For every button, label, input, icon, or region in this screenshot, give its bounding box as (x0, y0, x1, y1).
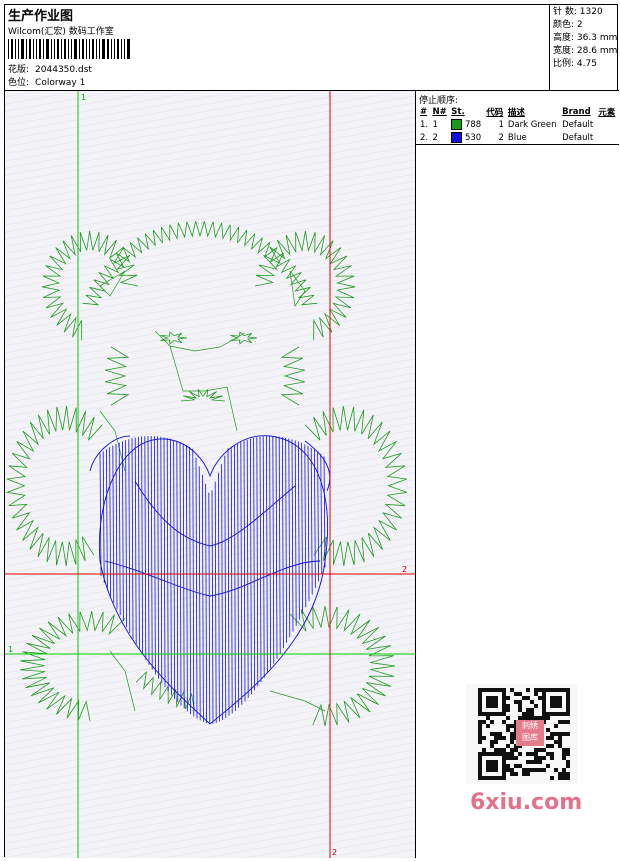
page-title: 生产作业图 (8, 9, 74, 24)
col-n: N# (432, 107, 447, 117)
design-file-line: 花版: 2044350.dst (8, 62, 92, 75)
table-row: 1. 1 788 1 Dark Green Default (420, 119, 594, 130)
barcode (8, 39, 148, 59)
company-name: Wilcom(汇宏) 数码工作室 (8, 27, 114, 37)
header-panel: 生产作业图 Wilcom(汇宏) 数码工作室 花版: 2044350.dst 色位… (5, 5, 550, 91)
design-scale: 比例: 4.75 (553, 59, 597, 69)
embroidery-drawing: 1 1 2 2 (5, 91, 415, 858)
color-table: # N# St. 代码 描述 Brand 元素 1. 1 788 1 Dark … (418, 106, 618, 144)
stats-panel: 针 数: 1320 颜色: 2 高度: 36.3 mm 宽度: 28.6 mm … (550, 5, 619, 91)
green-h-label: 1 (8, 645, 13, 654)
table-separator (416, 144, 619, 145)
watermark-badge: 刺绣 图库 (516, 720, 544, 746)
design-file: 2044350.dst (35, 65, 92, 75)
col-num: # (420, 107, 428, 117)
red-h-label: 2 (402, 565, 407, 574)
colorway-label: 色位: (8, 78, 30, 88)
design-label: 花版: (8, 65, 30, 75)
design-height: 高度: 36.3 mm (553, 33, 618, 43)
design-width: 宽度: 28.6 mm (553, 46, 618, 56)
blue-heart-stitches (99, 435, 326, 724)
col-code: 代码 (486, 108, 504, 118)
red-v-label: 2 (332, 848, 337, 857)
colorway-line: 色位: Colorway 1 (8, 75, 85, 88)
stop-sequence-title: 停止顺序: (419, 96, 459, 106)
green-v-label: 1 (81, 93, 86, 102)
color-swatch (451, 119, 463, 130)
col-element: 元素 (598, 108, 616, 118)
color-count: 颜色: 2 (553, 20, 583, 30)
col-desc: 描述 (507, 108, 525, 118)
col-st: St. (451, 107, 465, 117)
table-row: 2. 2 530 2 Blue Default (420, 132, 594, 143)
color-swatch (451, 132, 463, 143)
watermark-logo: 6xiu.com (470, 790, 583, 815)
stitch-count: 针 数: 1320 (553, 7, 603, 17)
design-canvas: 1 1 2 2 (5, 91, 415, 858)
guide-lines (5, 91, 415, 858)
colorway-value: Colorway 1 (35, 78, 86, 88)
green-outline-stitches (5, 220, 407, 727)
col-brand: Brand (562, 107, 591, 117)
